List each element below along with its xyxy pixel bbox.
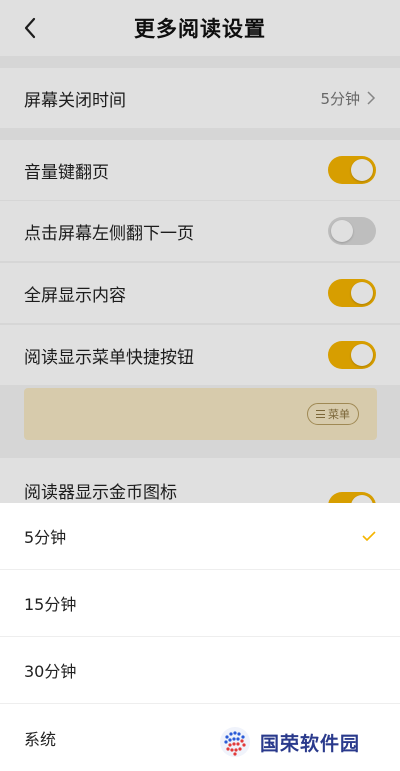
- watermark: 国荣软件园: [218, 725, 360, 759]
- option-label: 30分钟: [24, 662, 77, 681]
- option-label: 15分钟: [24, 595, 77, 614]
- check-icon: [362, 531, 376, 541]
- watermark-text: 国荣软件园: [260, 732, 361, 755]
- globe-logo-icon: [220, 727, 250, 757]
- picker-option-15min[interactable]: 15分钟: [0, 570, 400, 637]
- picker-option-30min[interactable]: 30分钟: [0, 637, 400, 704]
- option-label: 5分钟: [24, 528, 67, 547]
- picker-option-5min[interactable]: 5分钟: [0, 503, 400, 570]
